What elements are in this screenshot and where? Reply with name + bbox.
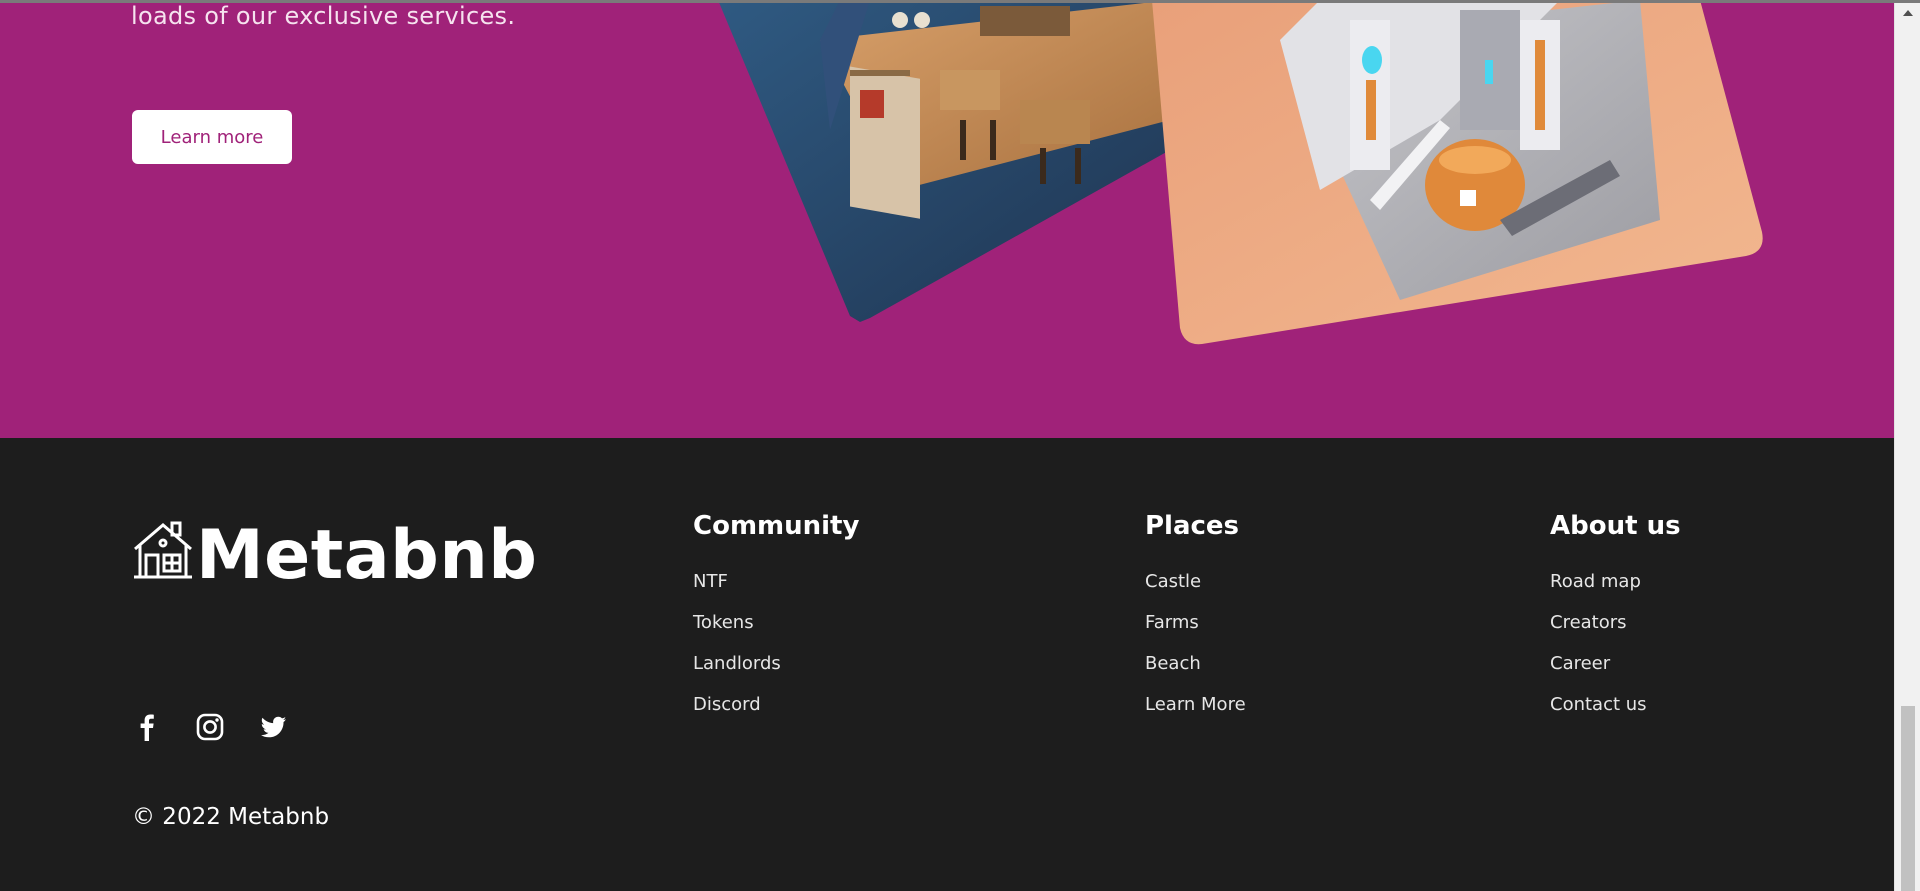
footer-link-discord[interactable]: Discord [693, 694, 761, 715]
footer-link-road-map[interactable]: Road map [1550, 571, 1641, 592]
scrollbar-thumb[interactable] [1901, 706, 1915, 891]
instagram-link[interactable] [195, 712, 225, 742]
footer-link-ntf[interactable]: NTF [693, 571, 728, 592]
room-image-classroom [718, 0, 1170, 322]
window-top-border [0, 0, 1920, 3]
room-image-scifi [1152, 0, 1763, 345]
house-icon [134, 521, 192, 579]
footer-link-tokens[interactable]: Tokens [693, 612, 754, 633]
footer-link-career[interactable]: Career [1550, 653, 1610, 674]
facebook-icon [140, 714, 154, 741]
scroll-up-arrow-icon[interactable] [1903, 10, 1913, 16]
facebook-link[interactable] [132, 712, 162, 742]
column-heading: About us [1550, 511, 1681, 541]
instagram-icon [196, 713, 224, 741]
social-links [132, 712, 321, 742]
footer-link-creators[interactable]: Creators [1550, 612, 1627, 633]
brand-name: Metabnb [196, 516, 538, 595]
page: loads of our exclusive services. Learn m… [0, 0, 1894, 891]
column-heading: Places [1145, 511, 1240, 541]
site-footer: Metabnb © 2022 Metabnb Community NTF Tok… [0, 438, 1894, 891]
footer-link-landlords[interactable]: Landlords [693, 653, 781, 674]
hero-text: loads of our exclusive services. [131, 2, 516, 30]
footer-link-learn-more[interactable]: Learn More [1145, 694, 1246, 715]
brand-logo[interactable]: Metabnb [132, 510, 537, 590]
footer-column-about-us: About us Road map Creators Career Contac… [1550, 510, 1681, 734]
footer-link-beach[interactable]: Beach [1145, 653, 1201, 674]
footer-link-farms[interactable]: Farms [1145, 612, 1199, 633]
vertical-scrollbar[interactable] [1894, 0, 1920, 891]
footer-column-community: Community NTF Tokens Landlords Discord [693, 510, 859, 734]
column-heading: Community [693, 511, 860, 541]
learn-more-button[interactable]: Learn more [132, 110, 292, 164]
twitter-link[interactable] [258, 712, 288, 742]
footer-link-castle[interactable]: Castle [1145, 571, 1201, 592]
copyright: © 2022 Metabnb [132, 804, 330, 830]
footer-column-places: Places Castle Farms Beach Learn More [1145, 510, 1246, 734]
twitter-icon [260, 716, 286, 738]
footer-link-contact-us[interactable]: Contact us [1550, 694, 1647, 715]
hero-section: loads of our exclusive services. Learn m… [0, 0, 1894, 438]
